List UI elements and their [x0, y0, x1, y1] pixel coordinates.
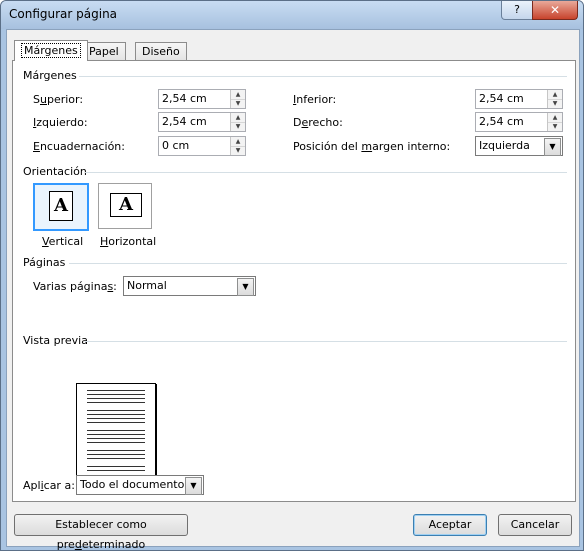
posicion-select[interactable]: Izquierda ▼ [475, 136, 563, 156]
derecho-value: 2,54 cm [479, 115, 524, 128]
superior-label: Superior: [33, 93, 84, 106]
derecho-spinner[interactable]: 2,54 cm ▲ ▼ [475, 112, 563, 132]
tab-diseno[interactable]: Diseño [135, 42, 187, 61]
tab-panel: Márgenes Superior: 2,54 cm ▲ ▼ Izquierdo:… [12, 60, 576, 502]
posicion-value: Izquierda [479, 139, 530, 152]
set-default-button[interactable]: Establecer como predeterminado [14, 514, 188, 550]
orientation-separator [85, 172, 567, 173]
encuadernacion-spinner[interactable]: 0 cm ▲ ▼ [158, 136, 246, 156]
superior-spinner[interactable]: 2,54 cm ▲ ▼ [158, 89, 246, 109]
superior-value: 2,54 cm [162, 92, 207, 105]
landscape-page-icon: A [110, 193, 142, 217]
pages-value: Normal [127, 279, 167, 292]
pages-heading: Páginas [23, 256, 66, 269]
pages-label: Varias páginas: [33, 280, 117, 293]
orientation-horizontal-button[interactable]: A [98, 183, 152, 229]
help-button[interactable]: ? [501, 1, 533, 20]
margins-heading: Márgenes [23, 69, 77, 82]
cancel-button[interactable]: Cancelar [498, 514, 572, 536]
preview-separator [85, 341, 567, 342]
spin-down-icon[interactable]: ▼ [231, 146, 245, 155]
encuadernacion-label: Encuadernación: [33, 140, 125, 153]
chevron-down-icon[interactable]: ▼ [544, 138, 561, 156]
spin-down-icon[interactable]: ▼ [548, 122, 562, 131]
apply-label: Aplicar a: [23, 479, 75, 492]
inferior-value: 2,54 cm [479, 92, 524, 105]
inferior-spinner[interactable]: 2,54 cm ▲ ▼ [475, 89, 563, 109]
page-preview [76, 383, 156, 483]
apply-value: Todo el documento [80, 478, 185, 491]
tab-margenes-label: Márgenes [21, 43, 81, 58]
inferior-label: Inferior: [293, 93, 337, 106]
pages-select[interactable]: Normal ▼ [123, 276, 256, 296]
chevron-down-icon[interactable]: ▼ [237, 278, 254, 296]
izquierdo-label: Izquierdo: [33, 116, 88, 129]
posicion-label: Posición del margen interno: [293, 140, 451, 153]
portrait-page-icon: A [49, 191, 73, 221]
window-title: Configurar página [9, 7, 118, 21]
dialog-client: Márgenes Papel Diseño Márgenes Superior:… [6, 29, 580, 550]
encuadernacion-value: 0 cm [162, 139, 190, 152]
title-bar[interactable]: Configurar página ? ✕ [1, 1, 583, 29]
tab-margenes[interactable]: Márgenes [14, 40, 88, 61]
derecho-label: Derecho: [293, 116, 343, 129]
close-button[interactable]: ✕ [532, 1, 578, 20]
orientation-heading: Orientación [23, 165, 87, 178]
orientation-vertical-button[interactable]: A [33, 183, 89, 231]
izquierdo-spinner[interactable]: 2,54 cm ▲ ▼ [158, 112, 246, 132]
pages-separator [69, 263, 567, 264]
ok-button[interactable]: Aceptar [413, 514, 487, 536]
margins-separator [79, 76, 567, 77]
preview-heading: Vista previa [23, 334, 88, 347]
orientation-horizontal-label: Horizontal [100, 235, 157, 248]
tab-papel[interactable]: Papel [82, 42, 126, 61]
chevron-down-icon[interactable]: ▼ [185, 477, 202, 495]
spin-down-icon[interactable]: ▼ [231, 99, 245, 108]
apply-select[interactable]: Todo el documento ▼ [76, 475, 204, 495]
spin-down-icon[interactable]: ▼ [231, 122, 245, 131]
orientation-vertical-label: Vertical [42, 235, 84, 248]
izquierdo-value: 2,54 cm [162, 115, 207, 128]
spin-down-icon[interactable]: ▼ [548, 99, 562, 108]
dialog-window: Configurar página ? ✕ Márgenes Papel Dis… [0, 0, 584, 551]
